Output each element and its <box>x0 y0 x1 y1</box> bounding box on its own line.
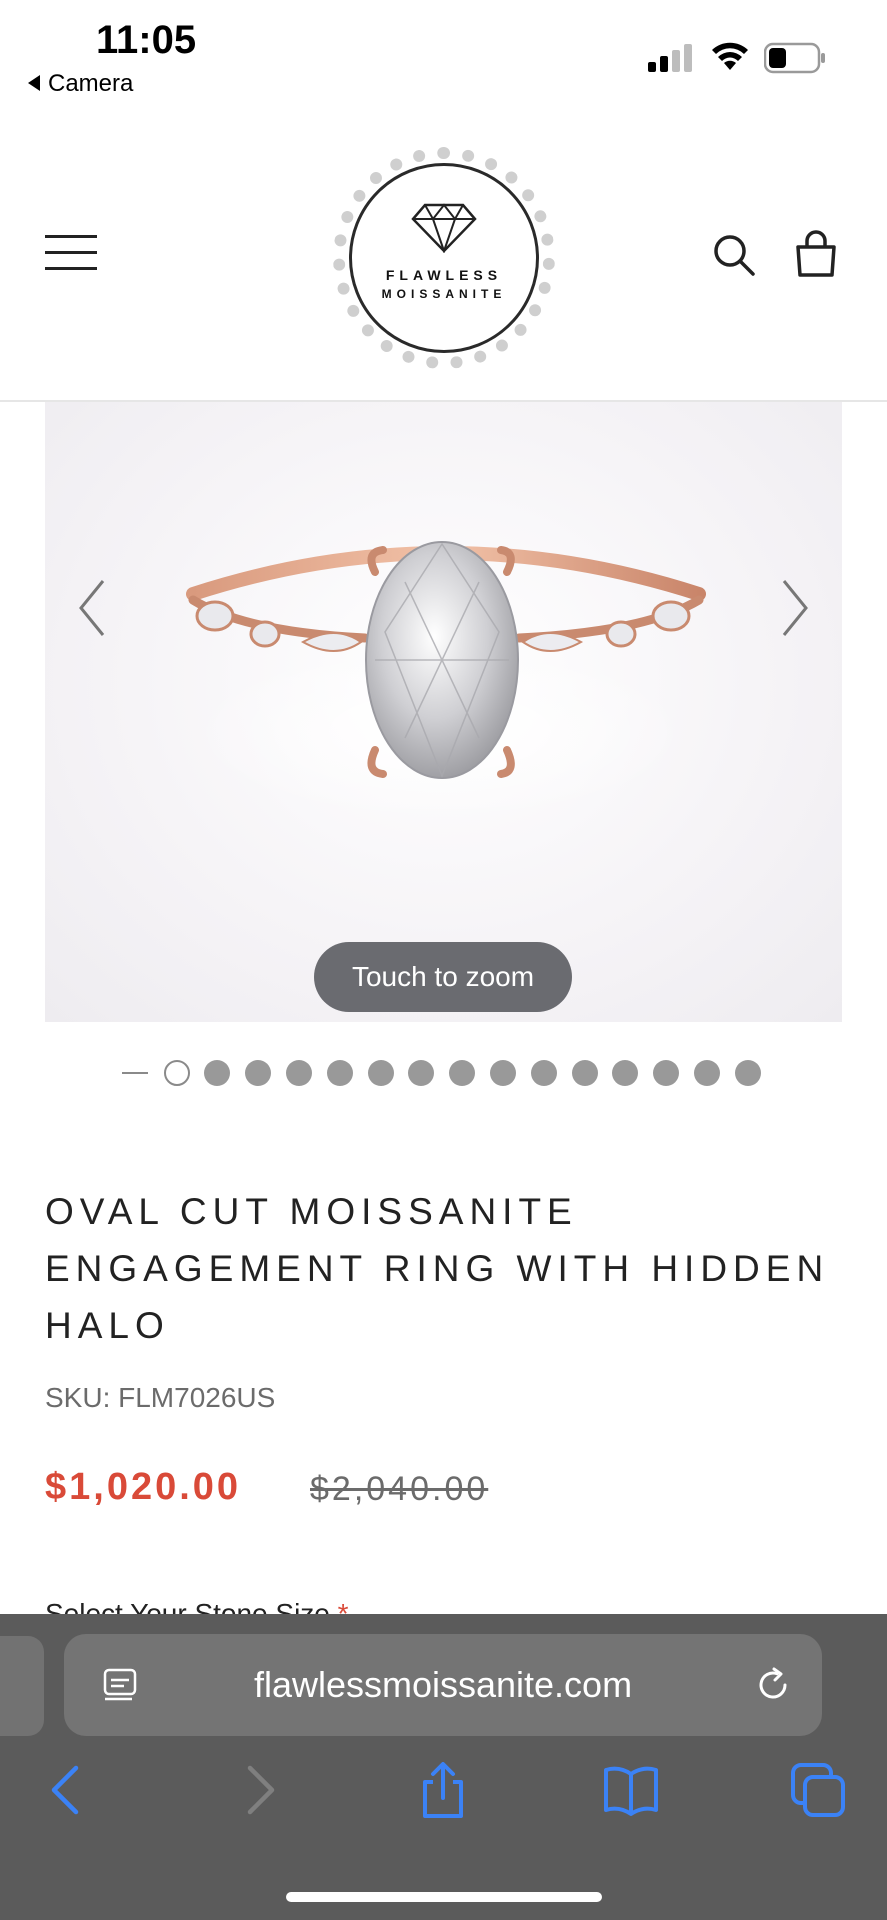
pagination-dot[interactable] <box>368 1060 394 1086</box>
pagination-dot[interactable] <box>694 1060 720 1086</box>
pagination-dot[interactable] <box>572 1060 598 1086</box>
logo-text-line1: FLAWLESS <box>385 267 503 283</box>
browser-toolbar <box>0 1762 887 1862</box>
brand-logo[interactable]: FLAWLESS MOISSANITE <box>333 147 555 369</box>
pagination-dot[interactable] <box>449 1060 475 1086</box>
pagination-dot-active[interactable] <box>164 1060 190 1086</box>
home-indicator[interactable] <box>286 1892 602 1902</box>
diamond-icon <box>411 203 477 253</box>
cellular-signal-icon <box>648 44 692 72</box>
pagination-dot[interactable] <box>408 1060 434 1086</box>
back-app-label: Camera <box>48 70 134 97</box>
address-bar[interactable]: flawlessmoissanite.com <box>64 1634 822 1736</box>
reload-icon[interactable] <box>754 1666 792 1704</box>
battery-icon <box>764 42 825 74</box>
touch-to-zoom-hint[interactable]: Touch to zoom <box>314 942 572 1012</box>
url-text[interactable]: flawlessmoissanite.com <box>64 1664 822 1706</box>
pagination-dot[interactable] <box>490 1060 516 1086</box>
pagination-dot[interactable] <box>612 1060 638 1086</box>
pagination-dot[interactable] <box>204 1060 230 1086</box>
pagination-dot[interactable] <box>327 1060 353 1086</box>
product-title: OVAL CUT MOISSANITE ENGAGEMENT RING WITH… <box>45 1191 830 1346</box>
logo-text-line2: MOISSANITE <box>381 287 507 301</box>
back-icon[interactable] <box>40 1762 96 1818</box>
browser-chrome: flawlessmoissanite.com <box>0 1614 887 1920</box>
back-to-app-link[interactable]: Camera <box>28 70 133 98</box>
bookmarks-icon[interactable] <box>603 1762 659 1818</box>
logo-inner-circle <box>349 163 539 353</box>
pagination-dot[interactable] <box>286 1060 312 1086</box>
tabs-icon[interactable] <box>790 1762 846 1818</box>
pagination-dash <box>122 1072 148 1074</box>
forward-icon[interactable] <box>230 1762 286 1818</box>
original-price: $2,040.00 <box>310 1470 489 1508</box>
next-image-arrow[interactable] <box>778 577 812 639</box>
status-bar: 11:05 Camera <box>0 0 887 115</box>
site-header: FLAWLESS MOISSANITE <box>0 115 887 402</box>
back-triangle-icon <box>28 75 40 91</box>
menu-icon[interactable] <box>45 235 97 271</box>
pagination-dot[interactable] <box>653 1060 679 1086</box>
previous-tab-peek[interactable] <box>0 1636 44 1736</box>
product-sku: SKU: FLM7026US <box>45 1382 276 1413</box>
ring-illustration <box>186 541 706 822</box>
product-gallery[interactable]: Touch to zoom <box>0 402 887 1022</box>
share-icon[interactable] <box>415 1762 471 1818</box>
search-icon[interactable] <box>712 233 756 277</box>
pagination-dot[interactable] <box>531 1060 557 1086</box>
pagination-dot[interactable] <box>245 1060 271 1086</box>
clock: 11:05 <box>96 18 197 62</box>
previous-image-arrow[interactable] <box>75 577 109 639</box>
pagination-dot[interactable] <box>735 1060 761 1086</box>
shopping-bag-icon[interactable] <box>794 229 838 277</box>
wifi-icon <box>712 42 748 70</box>
product-photo[interactable] <box>45 402 842 1022</box>
sale-price: $1,020.00 <box>45 1466 242 1508</box>
